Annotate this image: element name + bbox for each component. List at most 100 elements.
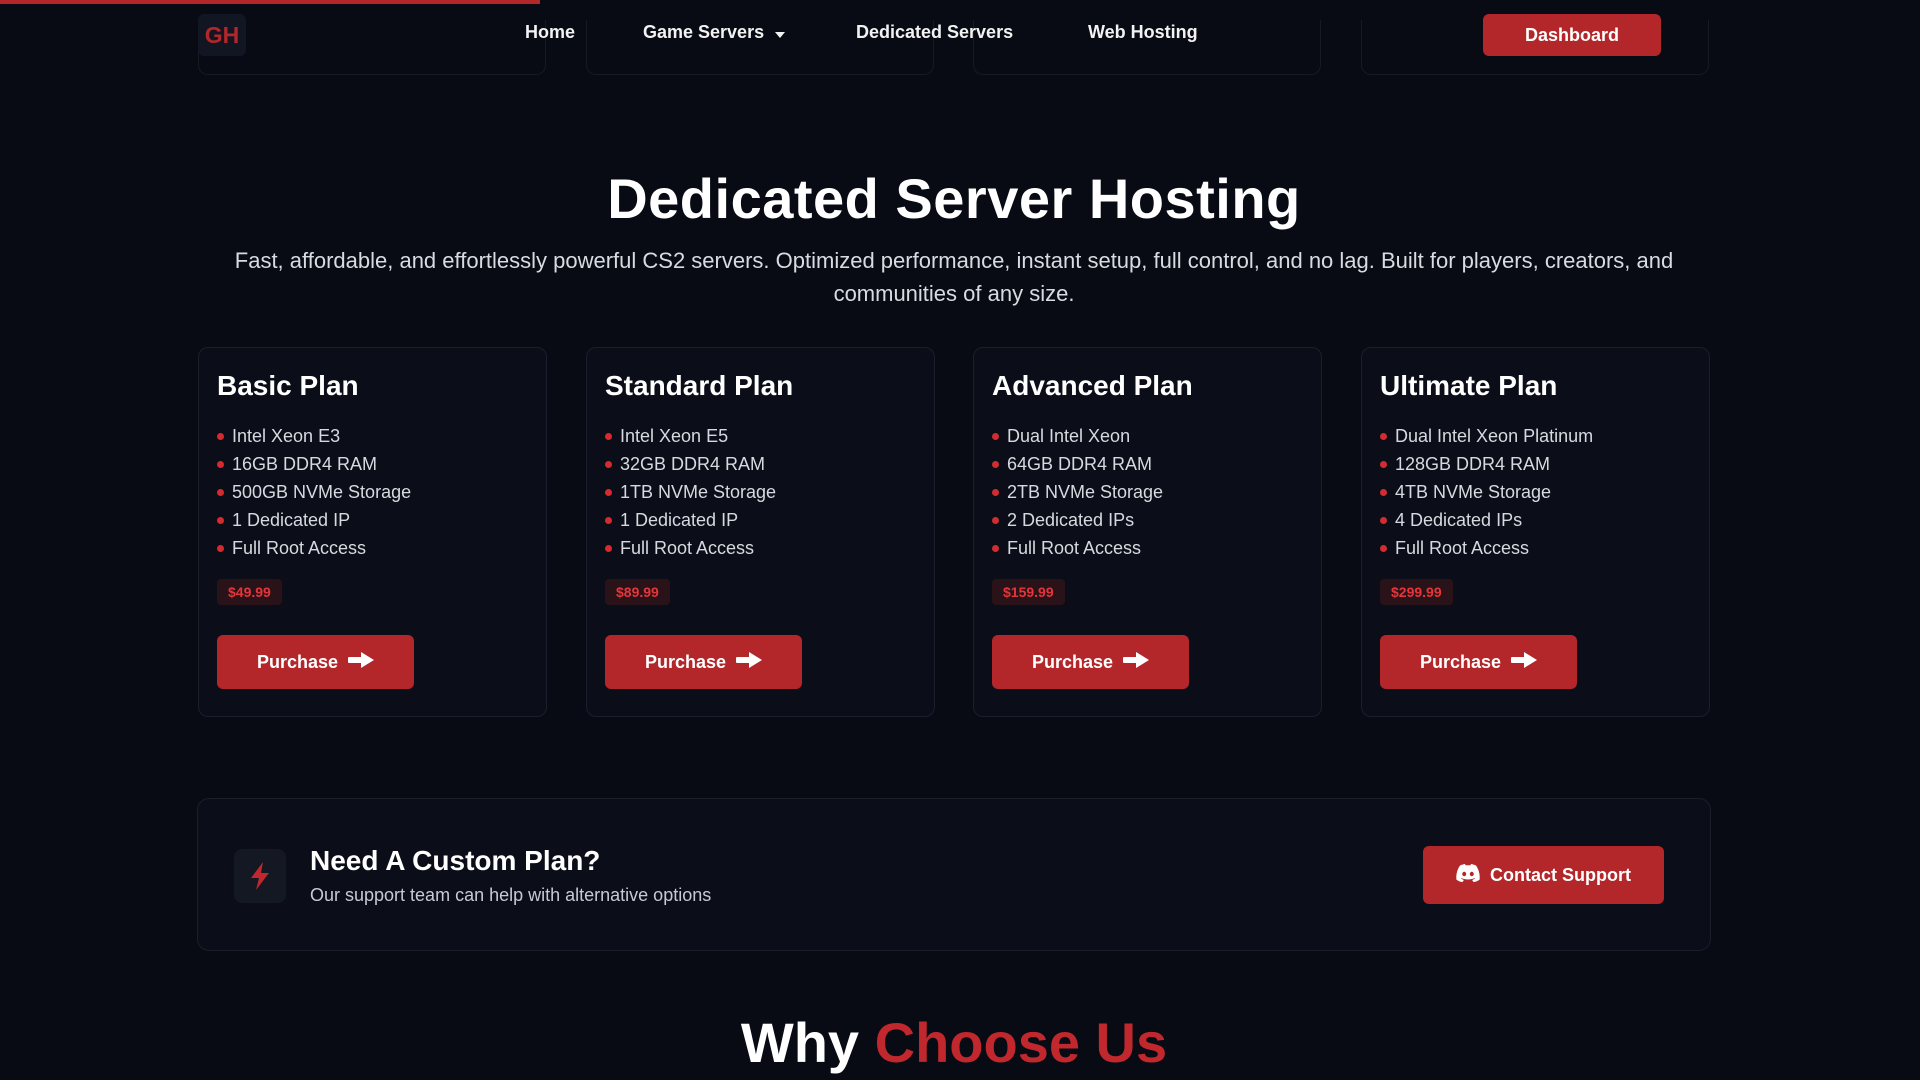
plan-feature: 32GB DDR4 RAM [605, 450, 776, 478]
plan-feature-list: Dual Intel Xeon Platinum 128GB DDR4 RAM … [1380, 422, 1593, 562]
plan-feature: 1TB NVMe Storage [605, 478, 776, 506]
plan-feature-text: Dual Intel Xeon [1007, 425, 1131, 446]
plan-name: Ultimate Plan [1380, 370, 1558, 401]
plan-feature-text: 1TB NVMe Storage [620, 481, 777, 502]
plan-feature: 1 Dedicated IP [605, 506, 776, 534]
price-badge: $159.99 [992, 579, 1065, 605]
custom-plan-subtitle: Our support team can help with alternati… [310, 885, 712, 905]
plan-card-advanced: Advanced Plan Dual Intel Xeon 64GB DDR4 … [973, 347, 1322, 717]
lightning-bolt-icon [234, 849, 286, 903]
plan-feature: Full Root Access [605, 534, 776, 562]
contact-support-label: Contact Support [1490, 864, 1631, 885]
page-subtitle: Fast, affordable, and effortlessly power… [234, 248, 1674, 306]
plan-feature: Dual Intel Xeon [992, 422, 1163, 450]
plan-card-ultimate: Ultimate Plan Dual Intel Xeon Platinum 1… [1361, 347, 1710, 717]
plan-feature: Full Root Access [217, 534, 411, 562]
price-badge: $49.99 [217, 579, 282, 605]
arrow-right-icon [348, 651, 375, 673]
plan-feature-list: Intel Xeon E3 16GB DDR4 RAM 500GB NVMe S… [217, 422, 411, 562]
bullet-dot-icon [217, 488, 224, 496]
plan-feature: 64GB DDR4 RAM [992, 450, 1163, 478]
plan-feature-list: Intel Xeon E5 32GB DDR4 RAM 1TB NVMe Sto… [605, 422, 776, 562]
plan-feature: Dual Intel Xeon Platinum [1380, 422, 1593, 450]
purchase-button[interactable]: Purchase [217, 635, 414, 689]
price-badge: $299.99 [1380, 579, 1453, 605]
section-title-part: Why [740, 1011, 875, 1074]
section-title-accent: Choose Us [874, 1011, 1168, 1074]
dashboard-button[interactable]: Dashboard [1483, 14, 1661, 56]
bullet-dot-icon [217, 544, 224, 552]
nav-link-game-servers[interactable]: Game Servers [643, 22, 786, 44]
purchase-button-label: Purchase [1031, 651, 1114, 672]
bullet-dot-icon [217, 432, 224, 440]
bullet-dot-icon [605, 432, 612, 440]
plan-feature: 128GB DDR4 RAM [1380, 450, 1593, 478]
nav-link-dedicated-servers[interactable]: Dedicated Servers [856, 22, 1013, 43]
plan-feature-text: 1 Dedicated IP [620, 509, 739, 530]
price-badge: $89.99 [605, 579, 670, 605]
plan-card-basic: Basic Plan Intel Xeon E3 16GB DDR4 RAM 5… [198, 347, 547, 717]
bullet-dot-icon [992, 460, 999, 468]
plan-feature: 4 Dedicated IPs [1380, 506, 1593, 534]
plan-feature: 1 Dedicated IP [217, 506, 411, 534]
plan-feature: Full Root Access [992, 534, 1163, 562]
navbar: GH Home Game Servers Dedicated Servers W… [0, 0, 1920, 70]
bullet-dot-icon [992, 488, 999, 496]
plan-feature: 2TB NVMe Storage [992, 478, 1163, 506]
plan-feature-text: Dual Intel Xeon Platinum [1395, 425, 1594, 446]
plan-feature-text: Full Root Access [620, 537, 755, 558]
plan-feature-text: Full Root Access [1007, 537, 1142, 558]
plan-feature-text: Full Root Access [232, 537, 367, 558]
arrow-right-icon [1511, 651, 1538, 673]
bullet-dot-icon [1380, 516, 1387, 524]
nav-link-home[interactable]: Home [525, 22, 575, 43]
bullet-dot-icon [605, 460, 612, 468]
plan-feature-text: 4TB NVMe Storage [1395, 481, 1552, 502]
plan-feature-text: 4 Dedicated IPs [1395, 509, 1523, 530]
plan-feature-text: 2TB NVMe Storage [1007, 481, 1164, 502]
bullet-dot-icon [217, 460, 224, 468]
plan-feature: Intel Xeon E3 [217, 422, 411, 450]
bullet-dot-icon [992, 432, 999, 440]
page-title: Dedicated Server Hosting [607, 167, 1301, 230]
purchase-button-label: Purchase [1419, 651, 1502, 672]
bullet-dot-icon [1380, 460, 1387, 468]
plan-feature-text: 64GB DDR4 RAM [1007, 453, 1153, 474]
plan-feature-text: 2 Dedicated IPs [1007, 509, 1135, 530]
bullet-dot-icon [217, 516, 224, 524]
plan-name: Advanced Plan [992, 370, 1193, 401]
arrow-right-icon [1123, 651, 1150, 673]
nav-link-game-servers-label: Game Servers [643, 22, 765, 42]
contact-support-button[interactable]: Contact Support [1423, 846, 1664, 904]
custom-plan-title: Need A Custom Plan? [310, 845, 601, 876]
plan-name: Standard Plan [605, 370, 794, 401]
plan-feature-text: 16GB DDR4 RAM [232, 453, 378, 474]
bullet-dot-icon [992, 516, 999, 524]
discord-icon [1456, 863, 1480, 887]
purchase-button[interactable]: Purchase [605, 635, 802, 689]
bullet-dot-icon [1380, 544, 1387, 552]
bullet-dot-icon [605, 544, 612, 552]
plan-feature-text: 500GB NVMe Storage [232, 481, 412, 502]
purchase-button[interactable]: Purchase [1380, 635, 1577, 689]
custom-plan-banner: Need A Custom Plan? Our support team can… [197, 798, 1711, 951]
nav-link-web-hosting[interactable]: Web Hosting [1088, 22, 1198, 43]
bullet-dot-icon [1380, 432, 1387, 440]
plan-feature: Full Root Access [1380, 534, 1593, 562]
bullet-dot-icon [605, 516, 612, 524]
plan-name: Basic Plan [217, 370, 359, 401]
plan-feature: 16GB DDR4 RAM [217, 450, 411, 478]
plan-feature: 500GB NVMe Storage [217, 478, 411, 506]
page: GH Home Game Servers Dedicated Servers W… [0, 0, 1920, 1080]
caret-down-icon [774, 23, 786, 44]
site-logo[interactable]: GH [198, 14, 246, 56]
plan-feature-text: 128GB DDR4 RAM [1395, 453, 1551, 474]
purchase-button[interactable]: Purchase [992, 635, 1189, 689]
plan-feature: Intel Xeon E5 [605, 422, 776, 450]
plan-feature-text: Full Root Access [1395, 537, 1530, 558]
plan-feature-text: Intel Xeon E5 [620, 425, 729, 446]
section-title-why-choose-us: Why Choose Us [0, 1010, 1908, 1075]
bullet-dot-icon [605, 488, 612, 496]
bullet-dot-icon [992, 544, 999, 552]
purchase-button-label: Purchase [256, 651, 339, 672]
